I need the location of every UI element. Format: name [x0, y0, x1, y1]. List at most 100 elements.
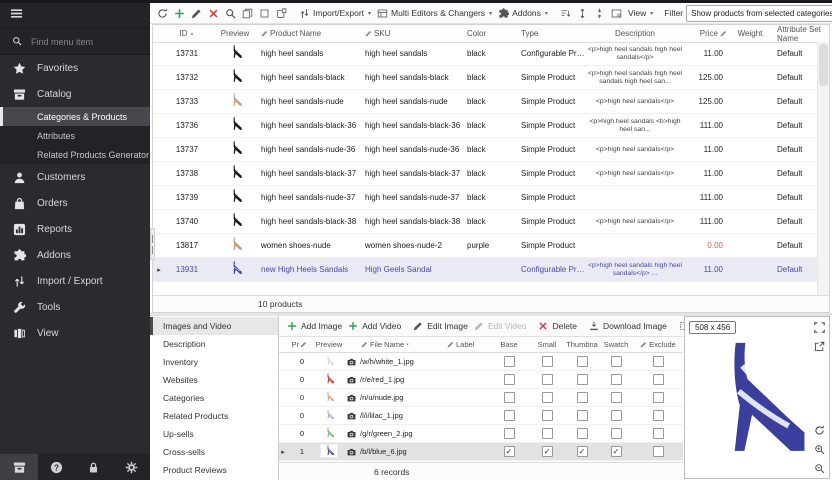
scrollbar-thumb[interactable]	[819, 44, 828, 86]
swatch-checkbox[interactable]	[611, 428, 622, 439]
catalog-shortcut[interactable]	[0, 454, 38, 480]
table-row[interactable]: 13731high heel sandalshigh heel sandalsb…	[153, 42, 818, 66]
sidebar-subitem-attributes[interactable]: Attributes	[0, 126, 150, 145]
tab-categories[interactable]: Categories	[150, 389, 278, 407]
base-checkbox[interactable]: ✓	[504, 446, 515, 457]
table-row[interactable]: ▸13931new High Heels SandalsHigh Geels S…	[153, 258, 818, 282]
image-row[interactable]: 0/l/i/lilac_1.jpg	[279, 407, 683, 425]
col-header-swatch[interactable]: Swatch	[599, 340, 633, 349]
swatch-checkbox[interactable]: ✓	[611, 446, 622, 457]
col-header-preview[interactable]: Preview	[209, 29, 261, 38]
base-checkbox[interactable]	[504, 356, 515, 367]
menu-import-export[interactable]: Import/Export▾	[296, 6, 374, 21]
tab-related-products[interactable]: Related Products	[150, 407, 278, 425]
edit-image-button[interactable]: Edit Image	[410, 319, 471, 333]
collapse-all-button[interactable]	[591, 6, 608, 21]
col-header-pr[interactable]: Pr	[287, 340, 311, 349]
sidebar-item-tools[interactable]: Tools	[0, 294, 150, 320]
col-header-preview[interactable]: Preview	[311, 340, 347, 349]
exclude-checkbox[interactable]	[653, 428, 664, 439]
tab-images-and-video[interactable]: Images and Video	[150, 317, 278, 335]
sidebar-item-addons[interactable]: Addons	[0, 242, 150, 268]
zoom-in-icon[interactable]	[814, 444, 825, 455]
col-header-product-name[interactable]: Product Name	[261, 29, 365, 38]
sidebar-item-customers[interactable]: Customers	[0, 164, 150, 190]
thumbnail-checkbox[interactable]	[577, 392, 588, 403]
add-video-button[interactable]: Add Video	[345, 319, 404, 333]
base-checkbox[interactable]	[504, 428, 515, 439]
tab-description[interactable]: Description	[150, 335, 278, 353]
menu-multi-editors-changers[interactable]: Multi Editors & Changers▾	[374, 6, 495, 21]
table-row[interactable]: 13740high heel sandals-black-38high heel…	[153, 210, 818, 234]
table-row[interactable]: 13739high heel sandals-nude-37high heel …	[153, 186, 818, 210]
thumbnail-checkbox[interactable]	[577, 374, 588, 385]
add-image-button[interactable]: Add Image	[284, 319, 345, 333]
hamburger-menu-icon[interactable]	[10, 7, 23, 25]
settings-button[interactable]	[113, 461, 150, 474]
thumbnail-checkbox[interactable]: ✓	[577, 446, 588, 457]
col-header-base[interactable]: Base	[489, 340, 529, 349]
sidebar-subitem-categories-products[interactable]: Categories & Products	[0, 107, 150, 126]
fullscreen-icon[interactable]	[814, 322, 825, 333]
swatch-checkbox[interactable]	[611, 356, 622, 367]
duplicate-button[interactable]	[273, 6, 290, 21]
image-row[interactable]: 0/r/e/red_1.jpg	[279, 371, 683, 389]
help-button[interactable]: ?	[38, 461, 75, 474]
swatch-checkbox[interactable]	[611, 410, 622, 421]
sidebar-item-reports[interactable]: Reports	[0, 216, 150, 242]
thumbnail-checkbox[interactable]	[577, 428, 588, 439]
col-header-color[interactable]: Color	[467, 29, 521, 38]
col-header-file-name[interactable]: File Name▾	[347, 340, 447, 349]
expand-all-button[interactable]	[574, 6, 591, 21]
tab-product-reviews[interactable]: Product Reviews	[150, 461, 278, 479]
refresh-button[interactable]	[154, 6, 171, 21]
open-external-icon[interactable]	[814, 341, 825, 352]
image-row[interactable]: 0/n/u/nude.jpg	[279, 389, 683, 407]
swatch-checkbox[interactable]	[611, 374, 622, 385]
splitter-handle[interactable]	[150, 228, 155, 260]
zoom-out-icon[interactable]	[814, 463, 825, 474]
col-header-type[interactable]: Type	[521, 29, 585, 38]
exclude-checkbox[interactable]	[653, 356, 664, 367]
col-header-thumbnail[interactable]: Thumbna	[565, 340, 599, 349]
thumbnail-checkbox[interactable]	[577, 410, 588, 421]
table-row[interactable]: 13736high heel sandals-black-36high heel…	[153, 114, 818, 138]
tab-up-sells[interactable]: Up-sells	[150, 425, 278, 443]
tab-cross-sells[interactable]: Cross-sells	[150, 443, 278, 461]
delete-product-button[interactable]	[205, 6, 222, 21]
small-checkbox[interactable]: ✓	[542, 446, 553, 457]
small-checkbox[interactable]	[542, 374, 553, 385]
thumbnail-checkbox[interactable]	[577, 356, 588, 367]
base-checkbox[interactable]	[504, 410, 515, 421]
col-header-attribute-set[interactable]: Attribute Set Name	[769, 25, 829, 43]
menu-view[interactable]: View▾	[625, 6, 656, 20]
table-row[interactable]: 13733high heel sandals-nudehigh heel san…	[153, 90, 818, 114]
table-row[interactable]: 13738high heel sandals-black-37high heel…	[153, 162, 818, 186]
exclude-checkbox[interactable]	[653, 374, 664, 385]
sidebar-item-view[interactable]: View	[0, 320, 150, 346]
image-row[interactable]: 0/w/h/white_1.jpg	[279, 353, 683, 371]
small-checkbox[interactable]	[542, 392, 553, 403]
col-header-small[interactable]: Small	[529, 340, 565, 349]
swatch-checkbox[interactable]	[611, 392, 622, 403]
filter-select[interactable]: Show products from selected categories▾	[686, 5, 832, 22]
image-row[interactable]: 0/g/r/green_2.jpg	[279, 425, 683, 443]
image-row[interactable]: ▸1/b/l/blue_6.jpg✓✓✓✓	[279, 443, 683, 461]
add-product-button[interactable]	[171, 6, 188, 21]
tab-inventory[interactable]: Inventory	[150, 353, 278, 371]
edit-product-button[interactable]	[188, 6, 205, 21]
exclude-checkbox[interactable]	[653, 392, 664, 403]
copy-button[interactable]	[239, 6, 256, 21]
tab-websites[interactable]: Websites	[150, 371, 278, 389]
col-header-exclude[interactable]: Exclude	[633, 340, 683, 349]
select-cell-button[interactable]	[256, 6, 273, 21]
delete-button[interactable]: Delete	[535, 319, 580, 333]
table-row[interactable]: 13817women shoes-nudewomen shoes-nude-2p…	[153, 234, 818, 258]
sort-button[interactable]	[557, 6, 574, 21]
vertical-scrollbar[interactable]	[817, 42, 829, 295]
download-image-button[interactable]: Download Image	[586, 319, 670, 333]
menu-search-input[interactable]	[29, 36, 133, 48]
sidebar-item-catalog[interactable]: Catalog	[0, 81, 150, 107]
exclude-checkbox[interactable]	[653, 446, 664, 457]
table-row[interactable]: 13732high heel sandals-blackhigh heel sa…	[153, 66, 818, 90]
